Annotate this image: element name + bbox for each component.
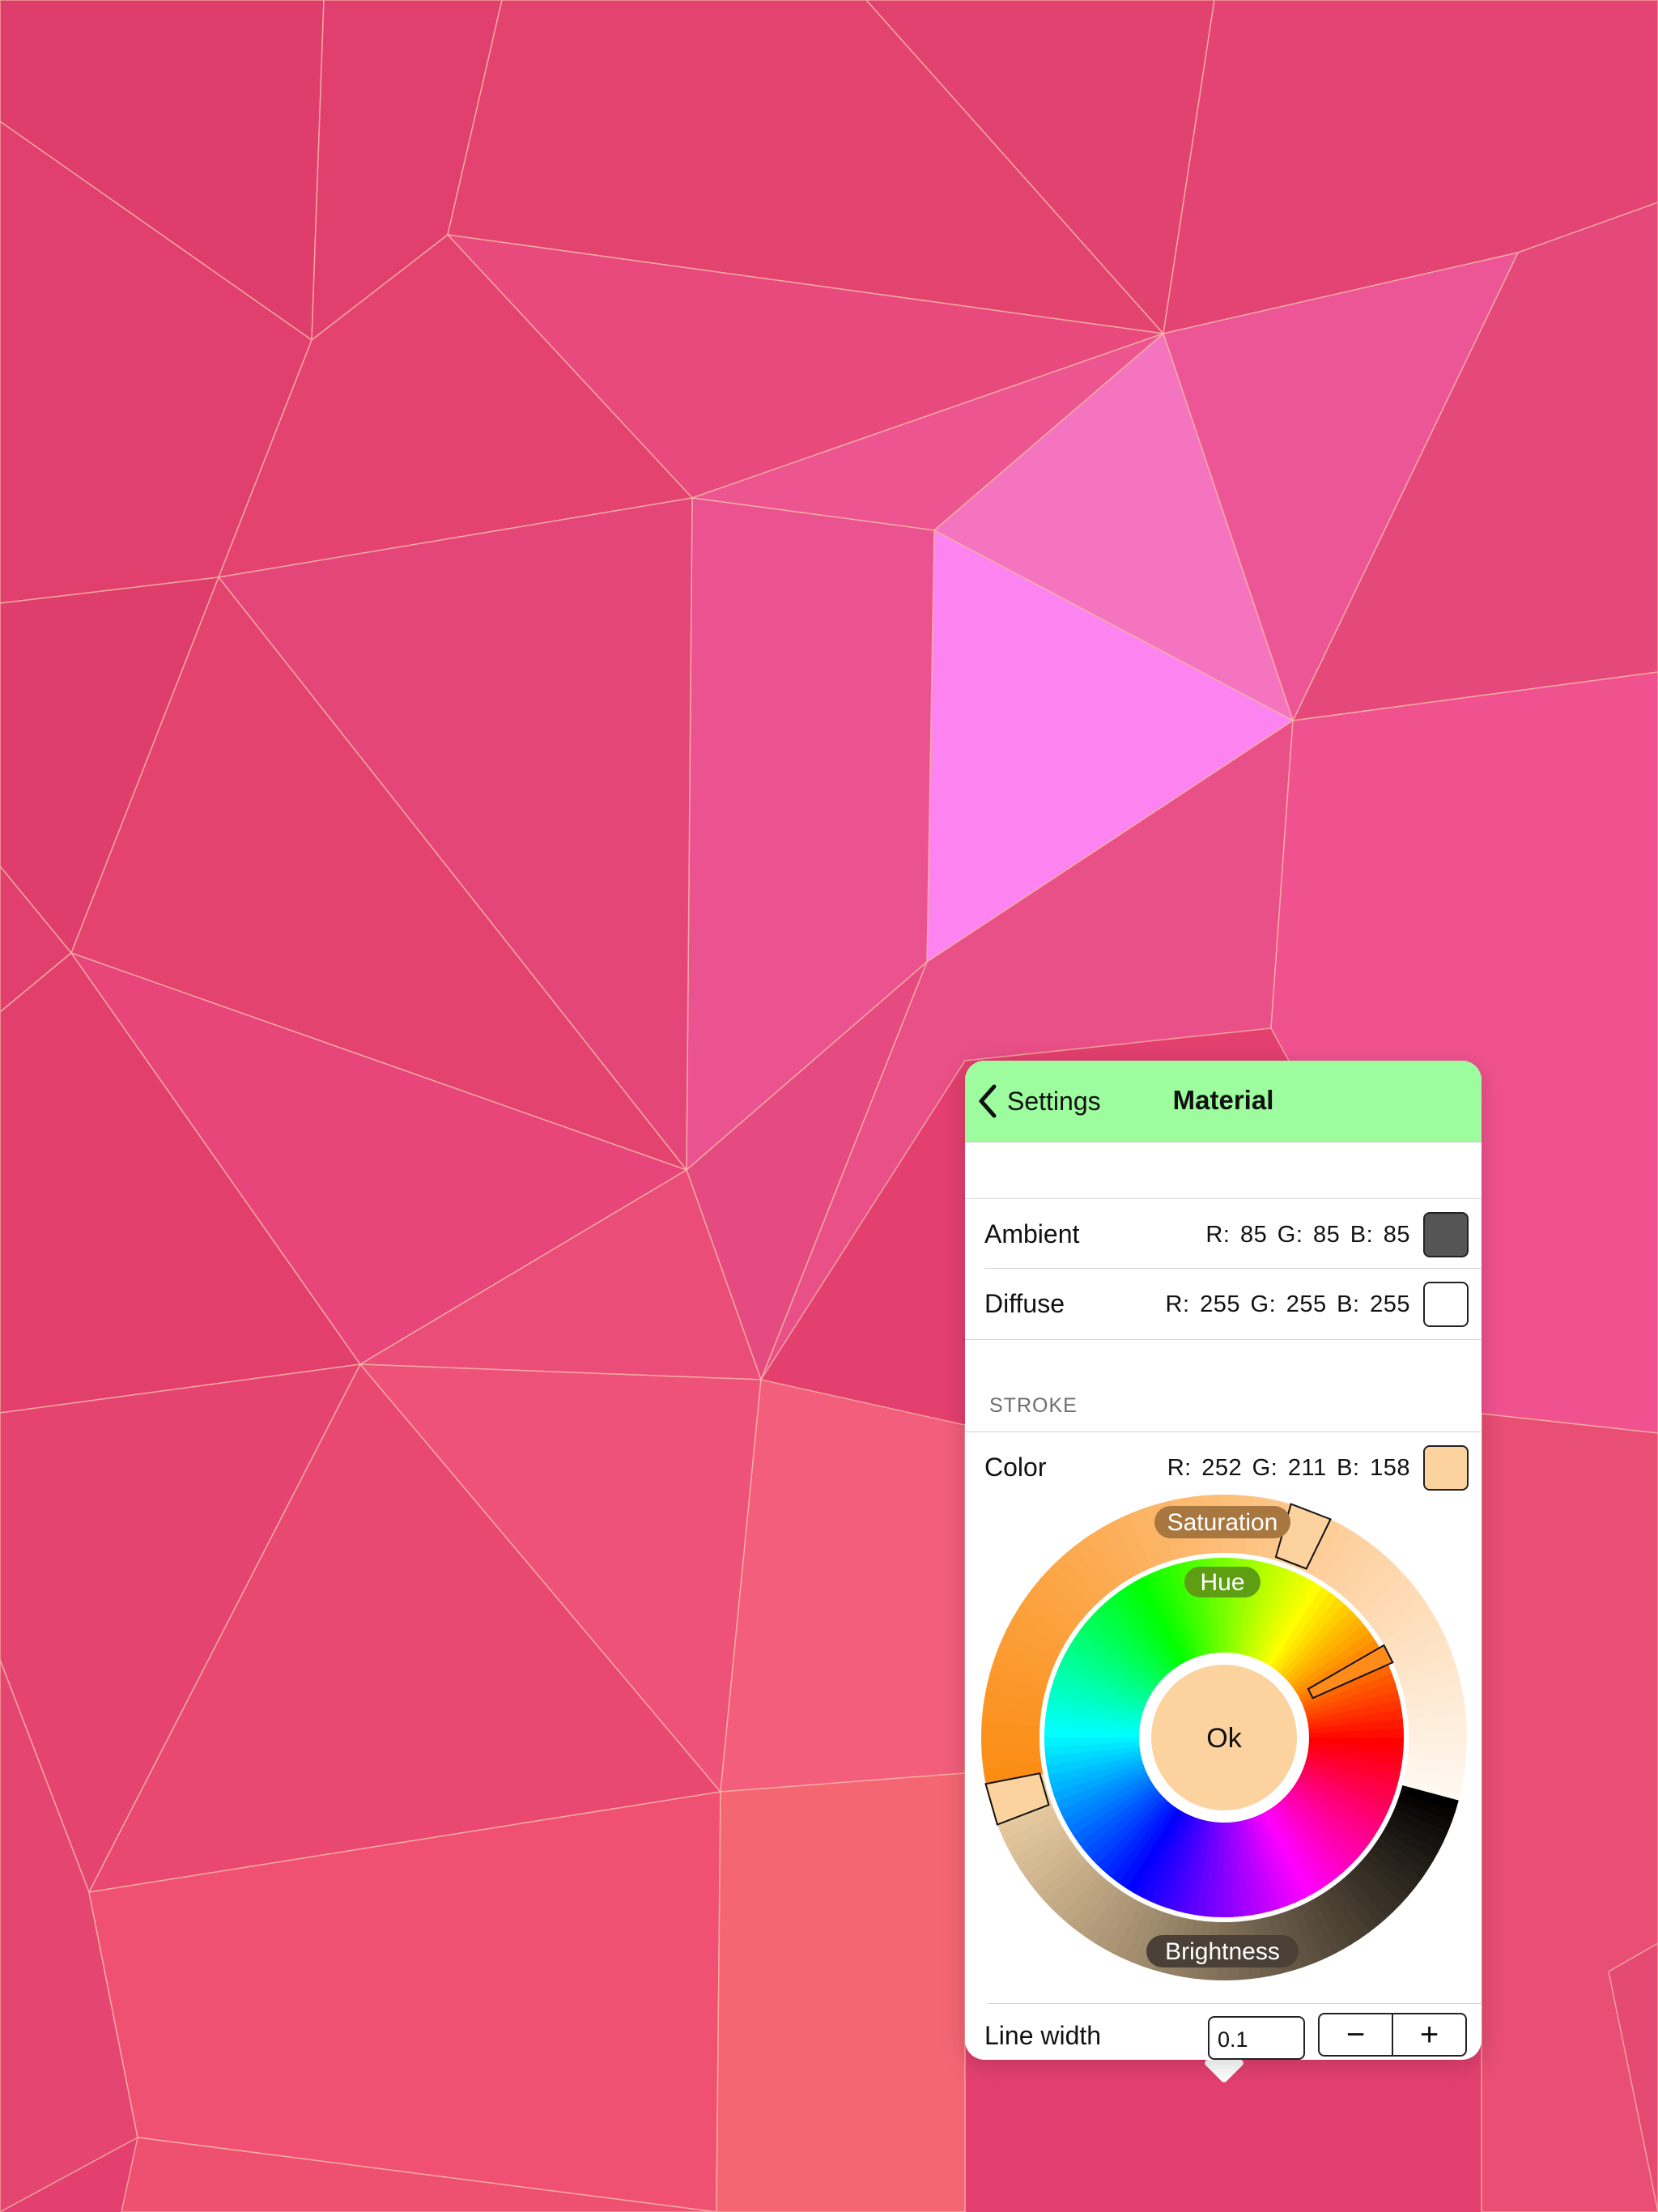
line-width-stepper: − +	[1318, 2013, 1467, 2057]
separator	[984, 1268, 1482, 1269]
line-width-label: Line width	[984, 2021, 1102, 2050]
separator	[988, 2003, 1482, 2004]
ambient-color-swatch[interactable]	[1423, 1212, 1469, 1257]
ambient-row[interactable]: Ambient R: 85 G: 85 B: 85	[965, 1200, 1482, 1270]
increment-button[interactable]: +	[1392, 2014, 1465, 2055]
diffuse-rgb-value: R: 255 G: 255 B: 255	[1165, 1291, 1410, 1317]
saturation-label: Saturation	[1167, 1509, 1278, 1536]
stroke-color-swatch[interactable]	[1423, 1445, 1469, 1491]
line-width-input[interactable]: 0.1	[1208, 2016, 1305, 2060]
decrement-button[interactable]: −	[1320, 2014, 1392, 2055]
diffuse-row[interactable]: Diffuse R: 255 G: 255 B: 255	[965, 1270, 1482, 1339]
stroke-color-row[interactable]: Color R: 252 G: 211 B: 158	[965, 1433, 1482, 1503]
separator	[965, 1198, 1482, 1199]
page-title: Material	[1172, 1085, 1274, 1115]
diffuse-label: Diffuse	[984, 1289, 1065, 1318]
separator	[965, 1431, 1482, 1432]
ambient-rgb-value: R: 85 G: 85 B: 85	[1205, 1222, 1410, 1248]
hue-label: Hue	[1200, 1569, 1244, 1596]
stroke-color-label: Color	[984, 1453, 1047, 1482]
material-popover: Settings Material Ambient R: 85 G: 85 B:…	[965, 1061, 1482, 2060]
ambient-label: Ambient	[984, 1219, 1080, 1249]
brightness-label: Brightness	[1165, 1938, 1280, 1965]
ok-button-label: Ok	[1206, 1723, 1242, 1754]
stroke-section-header: STROKE	[989, 1394, 1078, 1417]
diffuse-color-swatch[interactable]	[1423, 1282, 1469, 1327]
background-polygon	[716, 1772, 966, 2212]
background-polygon	[1481, 1413, 1658, 2212]
color-wheel-picker[interactable]: Ok Saturation Hue Brightness	[981, 1495, 1467, 1980]
stroke-rgb-value: R: 252 G: 211 B: 158	[1167, 1455, 1410, 1481]
navigation-bar: Settings Material	[965, 1061, 1482, 1142]
background-polygon	[720, 1379, 966, 1793]
separator	[965, 1339, 1482, 1340]
